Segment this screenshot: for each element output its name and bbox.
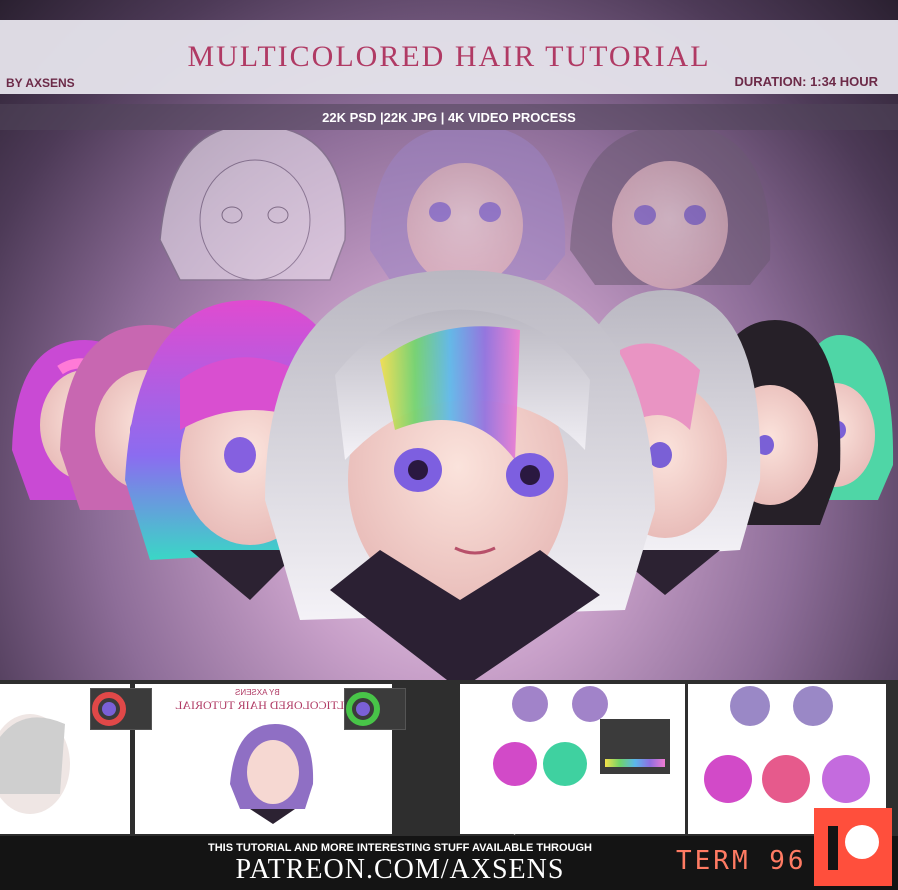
purple-head-back: [370, 130, 566, 287]
formats-label: 22K PSD |22K JPG | 4K VIDEO PROCESS: [322, 110, 576, 125]
duration-label: DURATION: 1:34 HOUR: [734, 74, 879, 89]
patreon-logo-icon[interactable]: [814, 808, 892, 886]
page-title: MULTICOLORED HAIR TUTORIAL: [187, 40, 711, 73]
process-caption: It's always nice to look for beautiful c…: [485, 826, 678, 835]
color-wheel-widget: [90, 688, 152, 730]
artwork-canvas: MULTICOLORED HAIR TUTORIAL BY AXSENS DUR…: [0, 0, 898, 890]
author-byline: BY AXSENS: [6, 76, 75, 90]
term-label: TERM 96: [676, 846, 807, 876]
color-variations-thumb: [493, 686, 670, 786]
central-rainbow-head: [265, 270, 655, 680]
hero-illustration: [12, 130, 894, 680]
color-wheel-widget-2: [344, 688, 406, 730]
sketch-head: [159, 130, 346, 281]
process-panel-3: It's always nice to look for beautiful c…: [460, 684, 685, 835]
dark-head-back: [570, 130, 771, 289]
